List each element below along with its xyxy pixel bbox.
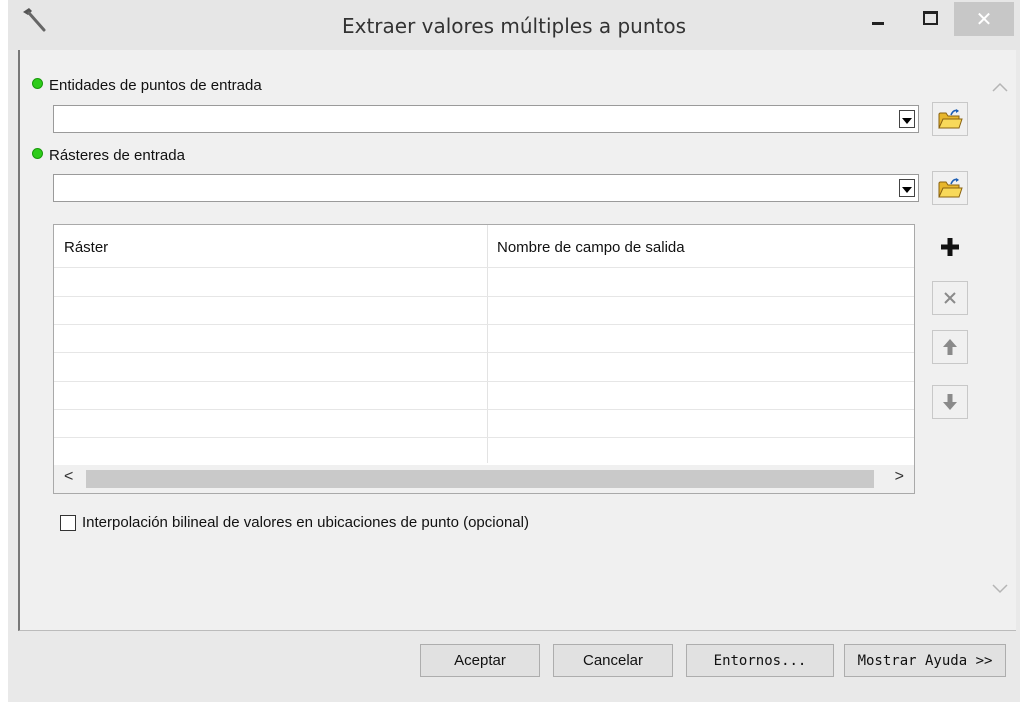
scroll-up-icon[interactable] [990, 78, 1010, 98]
open-folder-icon [938, 109, 963, 129]
arrow-up-icon [943, 339, 957, 355]
maximize-icon [922, 11, 938, 25]
environments-button[interactable]: Entornos... [686, 644, 834, 677]
ok-button[interactable]: Aceptar [420, 644, 540, 677]
column-header-raster[interactable]: Ráster [64, 239, 108, 256]
table-header: Ráster Nombre de campo de salida [54, 225, 914, 267]
minimize-button[interactable] [856, 4, 900, 32]
close-icon: ✕ [975, 8, 993, 31]
table-row[interactable] [54, 437, 914, 438]
open-folder-icon [938, 178, 963, 198]
point-features-combo[interactable] [53, 105, 919, 133]
browse-point-features-button[interactable] [932, 102, 968, 136]
input-rasters-combo[interactable] [53, 174, 919, 202]
input-rasters-label: Rásteres de entrada [32, 147, 185, 164]
remove-row-button[interactable] [932, 281, 968, 315]
chevron-down-icon[interactable] [899, 179, 915, 197]
bilinear-checkbox[interactable] [60, 515, 76, 531]
required-dot-icon [32, 148, 43, 159]
table-row[interactable] [54, 324, 914, 325]
browse-rasters-button[interactable] [932, 171, 968, 205]
parameters-panel: Entidades de puntos de entrada Rásteres … [18, 50, 1016, 631]
move-up-button[interactable] [932, 330, 968, 364]
cancel-button[interactable]: Cancelar [553, 644, 673, 677]
table-row[interactable] [54, 267, 914, 268]
x-icon [944, 292, 956, 304]
raster-table[interactable]: Ráster Nombre de campo de salida < > [53, 224, 915, 494]
table-row[interactable] [54, 352, 914, 353]
maximize-button[interactable] [908, 4, 952, 32]
table-row[interactable] [54, 409, 914, 410]
plus-icon [941, 238, 959, 256]
scroll-right-icon[interactable]: > [895, 468, 904, 486]
minimize-icon [872, 21, 884, 25]
column-header-output-field[interactable]: Nombre de campo de salida [497, 239, 685, 256]
table-row[interactable] [54, 381, 914, 382]
tool-dialog: Extraer valores múltiples a puntos ✕ Ent… [8, 0, 1020, 702]
show-help-button[interactable]: Mostrar Ayuda >> [844, 644, 1006, 677]
close-button[interactable]: ✕ [954, 2, 1014, 36]
horizontal-scrollbar[interactable]: < > [54, 465, 914, 493]
add-row-button[interactable] [932, 230, 968, 264]
required-dot-icon [32, 78, 43, 89]
scrollbar-thumb[interactable] [86, 470, 874, 488]
scroll-left-icon[interactable]: < [64, 468, 73, 486]
point-features-label: Entidades de puntos de entrada [32, 77, 262, 94]
arrow-down-icon [943, 394, 957, 410]
scroll-down-icon[interactable] [990, 578, 1010, 598]
title-bar[interactable]: Extraer valores múltiples a puntos ✕ [8, 0, 1020, 50]
table-row[interactable] [54, 296, 914, 297]
bilinear-checkbox-label[interactable]: Interpolación bilineal de valores en ubi… [82, 514, 529, 531]
move-down-button[interactable] [932, 385, 968, 419]
chevron-down-icon[interactable] [899, 110, 915, 128]
